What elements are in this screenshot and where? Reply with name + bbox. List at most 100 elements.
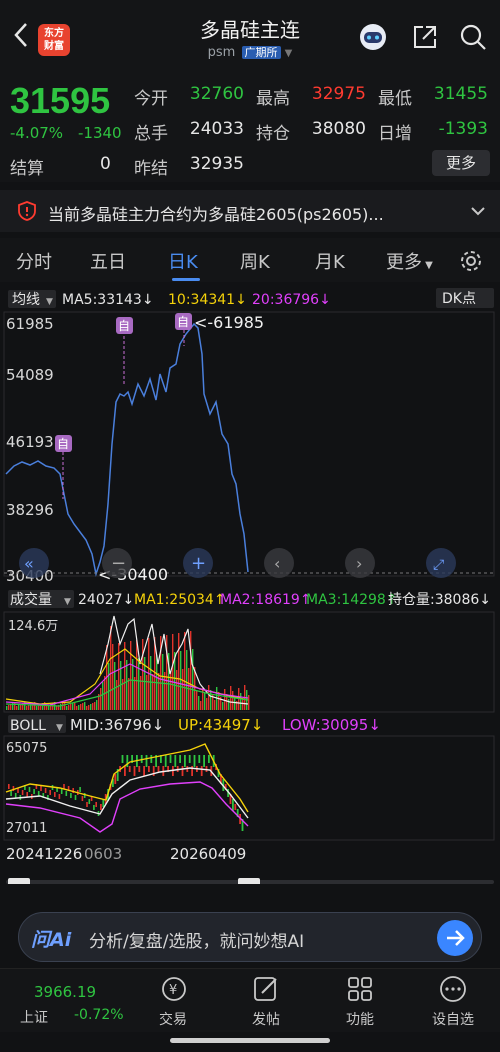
volume-bar [208, 685, 210, 710]
tab-intraday[interactable]: 分时 [16, 248, 52, 274]
boll-candle [128, 766, 131, 772]
range-slider-right-handle[interactable] [238, 878, 260, 888]
volume-bar [138, 658, 140, 710]
robot-assistant-icon[interactable] [358, 22, 388, 52]
contract-code: psm [207, 45, 236, 60]
volume-bar [76, 706, 78, 710]
tab-five-day[interactable]: 五日 [90, 248, 126, 274]
kline-chart-area[interactable]: 均线 ▼ MA5:33143↓ 10:34341↓ 20:36796↓ DK点 … [0, 284, 500, 888]
boll-candle [157, 766, 160, 772]
volume-bar [172, 634, 174, 710]
tab-more[interactable]: 更多 ▼ [386, 248, 433, 274]
volume-bar [10, 704, 12, 710]
chevron-down-icon[interactable] [470, 204, 486, 218]
boll-candle [44, 788, 47, 793]
volume-bar [180, 651, 182, 710]
volume-ma2: MA2:18619↑ [220, 592, 312, 608]
tab-monthly-k[interactable]: 月K [315, 248, 345, 274]
boll-candle [81, 796, 84, 801]
scroll-left-button[interactable]: ‹ [264, 548, 294, 578]
chevron-down-icon[interactable]: ▼ [285, 48, 293, 59]
ask-ai-submit-button[interactable] [437, 920, 473, 956]
volume-bar [210, 690, 212, 710]
volume-bar [18, 705, 20, 710]
volume-bar [164, 672, 166, 710]
exchange-tag: 广期所 [241, 46, 281, 59]
ma5-value: MA5:33143↓ [62, 292, 154, 308]
change-percent: -4.07% [10, 124, 64, 142]
change-amount: -1340 [78, 124, 122, 142]
boll-candle [184, 755, 186, 767]
ma10-value: 10:34341↓ [168, 292, 247, 308]
boll-candle [198, 755, 201, 763]
dk-point-label: DK点 [442, 291, 476, 307]
search-icon[interactable] [458, 22, 488, 52]
home-indicator [170, 1038, 330, 1043]
boll-top-scale: 65075 [6, 741, 47, 756]
prev-settle-value: 32935 [189, 154, 244, 174]
trade-marker-text: 自 [57, 437, 69, 451]
contract-notice[interactable]: 当前多晶硅主力合约为多晶硅2605(ps2605)... [0, 190, 500, 232]
volume-bar [150, 656, 152, 710]
volume-bar [80, 704, 82, 710]
charts-svg[interactable]: 均线 ▼ MA5:33143↓ 10:34341↓ 20:36796↓ DK点 … [0, 284, 500, 888]
volume-bar [232, 691, 234, 710]
more-quote-button[interactable]: 更多 [432, 150, 490, 176]
boll-candle [86, 802, 88, 807]
boll-candle [133, 766, 136, 776]
svg-text:›: › [356, 554, 362, 573]
volume-bar [128, 678, 130, 710]
scroll-right-button[interactable]: › [345, 548, 375, 578]
y-tick-label: 54089 [6, 366, 54, 384]
quote-panel: 31595 -4.07% -1340 今开 32760 最高 32975 最低 … [0, 70, 500, 182]
boll-low: LOW:30095↓ [282, 716, 381, 734]
oi-change-value: -1393 [438, 119, 488, 139]
settings-gear-icon[interactable] [458, 248, 484, 274]
share-icon[interactable] [410, 22, 440, 52]
open-interest-label: 持仓 [256, 124, 290, 144]
volume-bar [90, 704, 92, 710]
y-tick-label: 38296 [6, 501, 54, 519]
volume-bar [170, 671, 172, 710]
ask-ai-bar[interactable]: 问Ai 分析/复盘/选股，就问妙想AI [18, 912, 482, 962]
tab-weekly-k[interactable]: 周K [240, 248, 270, 274]
nav-set-watchlist[interactable]: 设自选 [423, 1009, 483, 1029]
boll-candles [8, 755, 244, 831]
fullscreen-button[interactable]: ⤢ [426, 548, 456, 578]
boll-candle [58, 794, 61, 799]
volume-bar [56, 706, 58, 710]
nav-functions[interactable]: 功能 [330, 1009, 390, 1029]
boll-candle [79, 787, 81, 792]
nav-post[interactable]: 发帖 [236, 1009, 296, 1029]
range-slider-left-handle[interactable] [8, 878, 30, 888]
boll-mid: MID:36796↓ [70, 716, 164, 734]
ask-ai-logo: 问Ai [31, 929, 72, 951]
volume-bar [66, 706, 68, 710]
zoom-in-button[interactable]: + [183, 548, 213, 578]
volume-bar [214, 700, 216, 710]
volume-value: 24027↓ [78, 592, 134, 608]
index-widget[interactable]: 3966.19 上证 -0.72% [0, 969, 130, 1033]
boll-candle [114, 774, 117, 784]
scroll-left-fast-button[interactable]: « [19, 548, 49, 578]
volume-bar [88, 705, 90, 710]
volume-bar [16, 706, 18, 710]
open-interest-ma: 持仓量:38086↓ [388, 592, 491, 608]
volume-bar [68, 705, 70, 710]
boll-candle [40, 786, 42, 791]
trade-marker-text: 自 [177, 315, 189, 329]
nav-trade[interactable]: 交易 [143, 1009, 203, 1029]
boll-candle [28, 787, 31, 792]
volume-bar [124, 642, 126, 710]
boll-candle [121, 755, 124, 763]
trade-icon: ¥ [162, 977, 186, 1001]
volume-bar [6, 706, 8, 710]
low-value: 31455 [433, 84, 488, 104]
zoom-out-button[interactable]: − [102, 548, 132, 578]
boll-candle [60, 789, 63, 794]
volume-bar [82, 703, 84, 710]
volume-label: 总手 [134, 124, 168, 144]
tab-daily-k[interactable]: 日K [168, 248, 198, 274]
volume-bar [192, 649, 194, 710]
volume-bar [8, 705, 10, 710]
